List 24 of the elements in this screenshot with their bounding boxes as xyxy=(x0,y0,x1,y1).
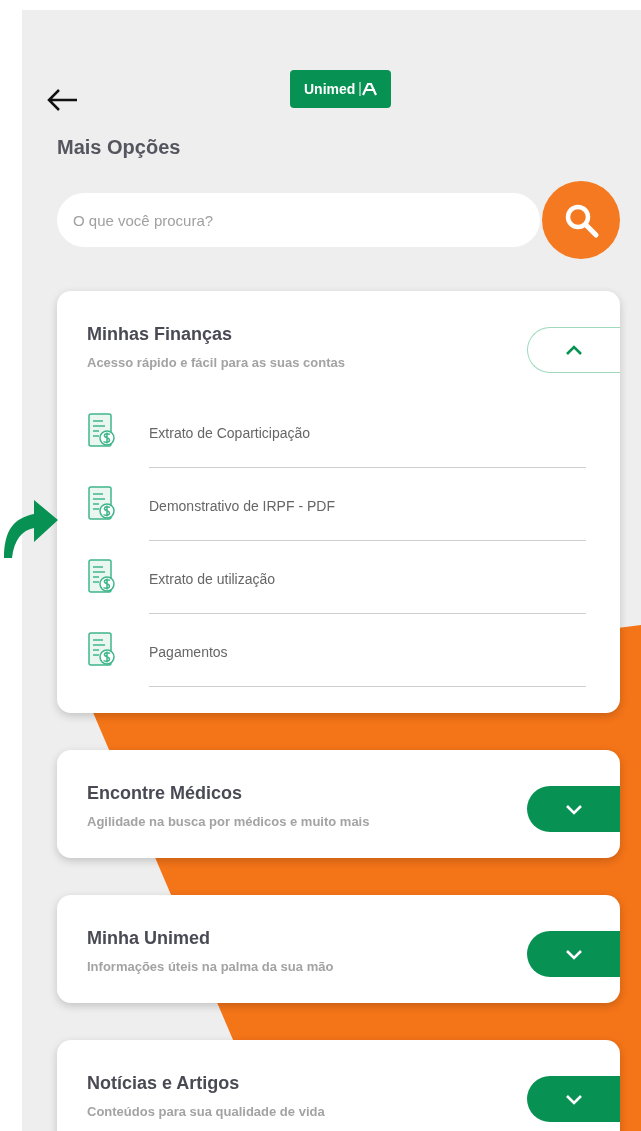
expand-toggle[interactable] xyxy=(527,931,620,977)
search-field[interactable]: O que você procura? xyxy=(57,193,540,247)
page-title: Mais Opções xyxy=(57,136,182,159)
menu-item[interactable]: Extrato de utilização xyxy=(149,541,586,614)
caret-icon xyxy=(564,948,583,960)
section-subtitle: Acesso rápido e fácil para as suas contas xyxy=(87,355,346,370)
section-subtitle: Agilidade na busca por médicos e muito mais xyxy=(87,814,371,829)
section-title: Notícias e Artigos xyxy=(87,1073,241,1094)
expand-toggle[interactable] xyxy=(527,327,620,373)
section-title: Encontre Médicos xyxy=(87,783,244,804)
menu-item[interactable]: Extrato de Coparticipação xyxy=(149,395,586,468)
menu-item[interactable]: Pagamentos xyxy=(149,614,586,687)
back-arrow-icon[interactable] xyxy=(45,87,79,113)
expand-toggle[interactable] xyxy=(527,1076,620,1122)
caret-icon xyxy=(564,1093,583,1105)
section-title: Minha Unimed xyxy=(87,928,211,949)
section-title: Minhas Finanças xyxy=(87,324,234,345)
section-subtitle: Informações úteis na palma da sua mão xyxy=(87,959,335,974)
expand-toggle[interactable] xyxy=(527,786,620,832)
logo: Unimed xyxy=(290,70,392,108)
caret-icon xyxy=(565,344,583,356)
caret-icon xyxy=(564,803,583,815)
menu-item[interactable]: Demonstrativo de IRPF - PDF xyxy=(149,468,586,541)
section-subtitle: Conteúdos para sua qualidade de vida xyxy=(87,1104,326,1119)
